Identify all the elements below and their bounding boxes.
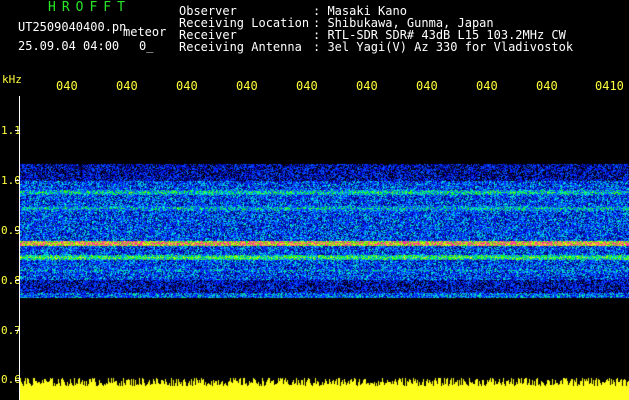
x-tick-label: 040 [116, 79, 138, 93]
counter: 0_ [139, 39, 154, 53]
antenna-label: Receiving Antenna [179, 40, 302, 54]
x-tick-label: 040 [476, 79, 498, 93]
spectrogram-canvas [20, 160, 629, 400]
x-tick-label: 040 [416, 79, 438, 93]
x-tick-label: 040 [536, 79, 558, 93]
app-brand: HROFFT [48, 0, 131, 15]
x-tick-label: 040 [236, 79, 258, 93]
x-tick-label: 040 [176, 79, 198, 93]
x-tick-label: 0410 [595, 79, 624, 93]
x-tick-label: 040 [356, 79, 378, 93]
mode-tag: meteor [123, 25, 167, 39]
x-tick-label: 040 [56, 79, 78, 93]
file-name: UT2509040400.pn [18, 20, 127, 34]
x-tick-label: 040 [296, 79, 318, 93]
date-time: 25.09.04 04:00 [18, 39, 120, 53]
antenna-value: : 3el Yagi(V) Az 330 for Vladivostok [313, 40, 574, 54]
y-axis-unit: kHz [2, 73, 22, 86]
